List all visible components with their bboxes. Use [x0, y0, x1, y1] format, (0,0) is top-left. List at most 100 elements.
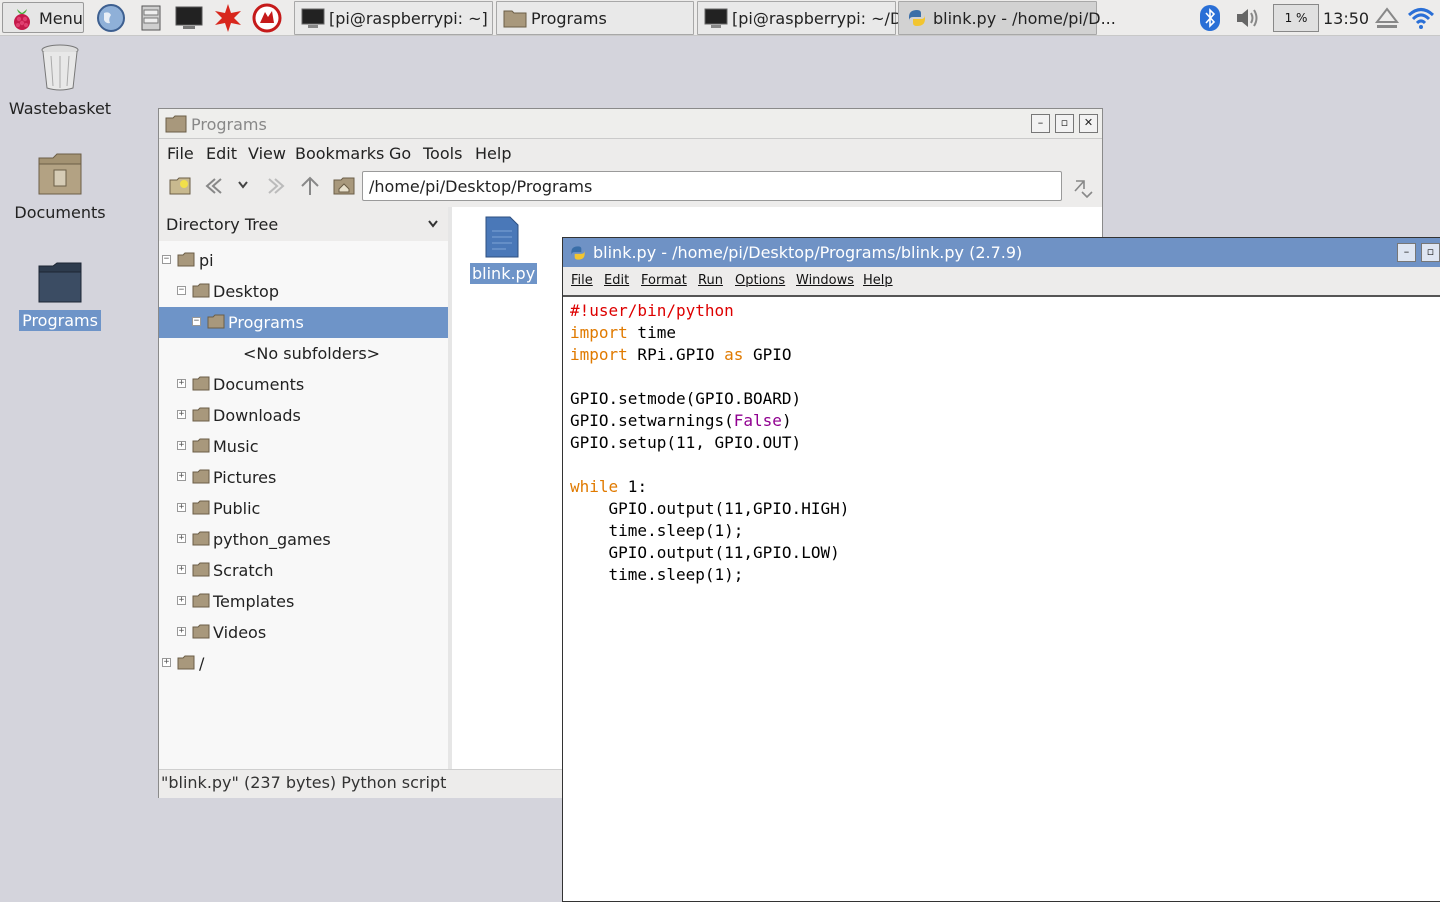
tree-item-label: Downloads: [213, 406, 301, 425]
collapse-icon[interactable]: −: [177, 286, 186, 295]
volume-icon[interactable]: [1233, 3, 1263, 33]
close-button[interactable]: ✕: [1079, 114, 1098, 133]
wifi-icon[interactable]: [1406, 3, 1436, 33]
menu-view[interactable]: View: [248, 144, 286, 163]
maximize-button[interactable]: ▫: [1055, 114, 1074, 133]
task-terminal-2[interactable]: [pi@raspberrypi: ~/D...: [697, 1, 918, 35]
idle-titlebar[interactable]: blink.py - /home/pi/Desktop/Programs/bli…: [563, 238, 1440, 267]
menu-edit[interactable]: Edit: [206, 144, 237, 163]
tree-item-desktop[interactable]: − Desktop: [159, 276, 448, 307]
minimize-button[interactable]: –: [1031, 114, 1050, 133]
expand-icon[interactable]: +: [162, 658, 171, 667]
tree-item-downloads[interactable]: + Downloads: [159, 400, 448, 431]
menu-bookmarks[interactable]: Bookmarks: [295, 144, 384, 163]
downloads-folder-icon: [192, 407, 210, 422]
minimize-button[interactable]: –: [1397, 243, 1416, 262]
tree-item-no-subfolders: <No subfolders>: [159, 338, 448, 369]
idle-editor-window: blink.py - /home/pi/Desktop/Programs/bli…: [562, 237, 1440, 902]
back-icon[interactable]: [203, 177, 225, 195]
tree-item-pi[interactable]: − pi: [159, 245, 448, 276]
tree-item-videos[interactable]: + Videos: [159, 617, 448, 648]
terminal-icon: [704, 8, 728, 28]
sidebar-mode-selector[interactable]: Directory Tree: [159, 207, 448, 241]
tree-item-programs[interactable]: − Programs: [159, 307, 448, 338]
wolfram-icon[interactable]: [252, 3, 282, 33]
file-manager-titlebar[interactable]: Programs – ▫ ✕: [159, 109, 1102, 139]
tree-item-label: pi: [199, 251, 214, 270]
menu-run[interactable]: Run: [698, 273, 723, 288]
collapse-icon[interactable]: −: [162, 255, 171, 264]
menu-help[interactable]: Help: [863, 273, 893, 288]
tree-item-label: Pictures: [213, 468, 277, 487]
path-bar[interactable]: /home/pi/Desktop/Programs: [362, 171, 1062, 201]
new-tab-icon[interactable]: [169, 176, 191, 196]
folder-icon: [192, 531, 210, 546]
pictures-folder-icon: [192, 469, 210, 484]
expand-icon[interactable]: +: [177, 503, 186, 512]
cpu-monitor: 1 %: [1273, 4, 1319, 32]
tree-item-python-games[interactable]: + python_games: [159, 524, 448, 555]
tree-item-pictures[interactable]: + Pictures: [159, 462, 448, 493]
tree-item-scratch[interactable]: + Scratch: [159, 555, 448, 586]
bluetooth-icon[interactable]: [1198, 3, 1222, 33]
desktop-icon-wastebasket[interactable]: Wastebasket: [5, 42, 115, 119]
expand-icon[interactable]: +: [177, 627, 186, 636]
web-browser-icon[interactable]: [96, 3, 126, 33]
go-icon[interactable]: [1072, 177, 1094, 199]
code-line-13: time.sleep(1);: [570, 565, 744, 584]
task-terminal-1[interactable]: [pi@raspberrypi: ~]: [294, 1, 493, 35]
expand-icon[interactable]: +: [177, 379, 186, 388]
documents-folder-icon: [192, 376, 210, 391]
maximize-button[interactable]: ▫: [1421, 243, 1440, 262]
tree-item-root[interactable]: + /: [159, 648, 448, 679]
code-text: RPi.GPIO: [627, 345, 725, 364]
idle-menubar: File Edit Format Run Options Windows Hel…: [563, 267, 1440, 297]
python-file-icon: [485, 216, 519, 258]
tree-item-public[interactable]: + Public: [159, 493, 448, 524]
menu-file[interactable]: File: [571, 273, 593, 288]
chevron-down-icon: [428, 220, 438, 228]
eject-icon[interactable]: [1372, 3, 1402, 33]
file-manager-icon[interactable]: [136, 3, 166, 33]
menu-button[interactable]: Menu: [2, 2, 84, 33]
expand-icon[interactable]: +: [177, 596, 186, 605]
expand-icon[interactable]: +: [177, 441, 186, 450]
task-label: [pi@raspberrypi: ~]: [329, 9, 488, 28]
expand-icon[interactable]: +: [177, 534, 186, 543]
music-folder-icon: [192, 438, 210, 453]
mathematica-icon[interactable]: [213, 3, 243, 33]
code-editor[interactable]: #!user/bin/python import time import RPi…: [570, 300, 849, 586]
menu-file[interactable]: File: [167, 144, 194, 163]
history-dropdown-icon[interactable]: [237, 180, 249, 190]
menu-edit[interactable]: Edit: [604, 273, 629, 288]
menu-options[interactable]: Options: [735, 273, 785, 288]
expand-icon[interactable]: +: [177, 410, 186, 419]
code-text: GPIO.setwarnings(: [570, 411, 734, 430]
home-icon[interactable]: [333, 176, 355, 196]
templates-folder-icon: [192, 593, 210, 608]
code-text: GPIO: [743, 345, 792, 364]
code-keyword: import: [570, 345, 628, 364]
file-item-blink[interactable]: blink.py: [470, 215, 538, 284]
task-programs[interactable]: Programs: [496, 1, 694, 35]
tree-item-documents[interactable]: + Documents: [159, 369, 448, 400]
desktop-icon-documents[interactable]: Documents: [5, 152, 115, 223]
menu-go[interactable]: Go: [389, 144, 411, 163]
menu-format[interactable]: Format: [641, 273, 687, 288]
menu-tools[interactable]: Tools: [423, 144, 462, 163]
menu-help[interactable]: Help: [475, 144, 511, 163]
clock[interactable]: 13:50: [1323, 9, 1369, 28]
menu-windows[interactable]: Windows: [796, 273, 854, 288]
collapse-icon[interactable]: −: [192, 317, 201, 326]
up-icon[interactable]: [299, 175, 321, 197]
desktop-icon-programs[interactable]: Programs: [5, 262, 115, 331]
tree-item-templates[interactable]: + Templates: [159, 586, 448, 617]
forward-icon[interactable]: [265, 177, 287, 195]
code-text: ): [781, 411, 792, 430]
expand-icon[interactable]: +: [177, 472, 186, 481]
expand-icon[interactable]: +: [177, 565, 186, 574]
task-idle-blink[interactable]: blink.py - /home/pi/D...: [898, 1, 1116, 35]
tree-item-music[interactable]: + Music: [159, 431, 448, 462]
terminal-icon[interactable]: [174, 3, 204, 33]
desktop-icon-label: Programs: [19, 310, 101, 331]
